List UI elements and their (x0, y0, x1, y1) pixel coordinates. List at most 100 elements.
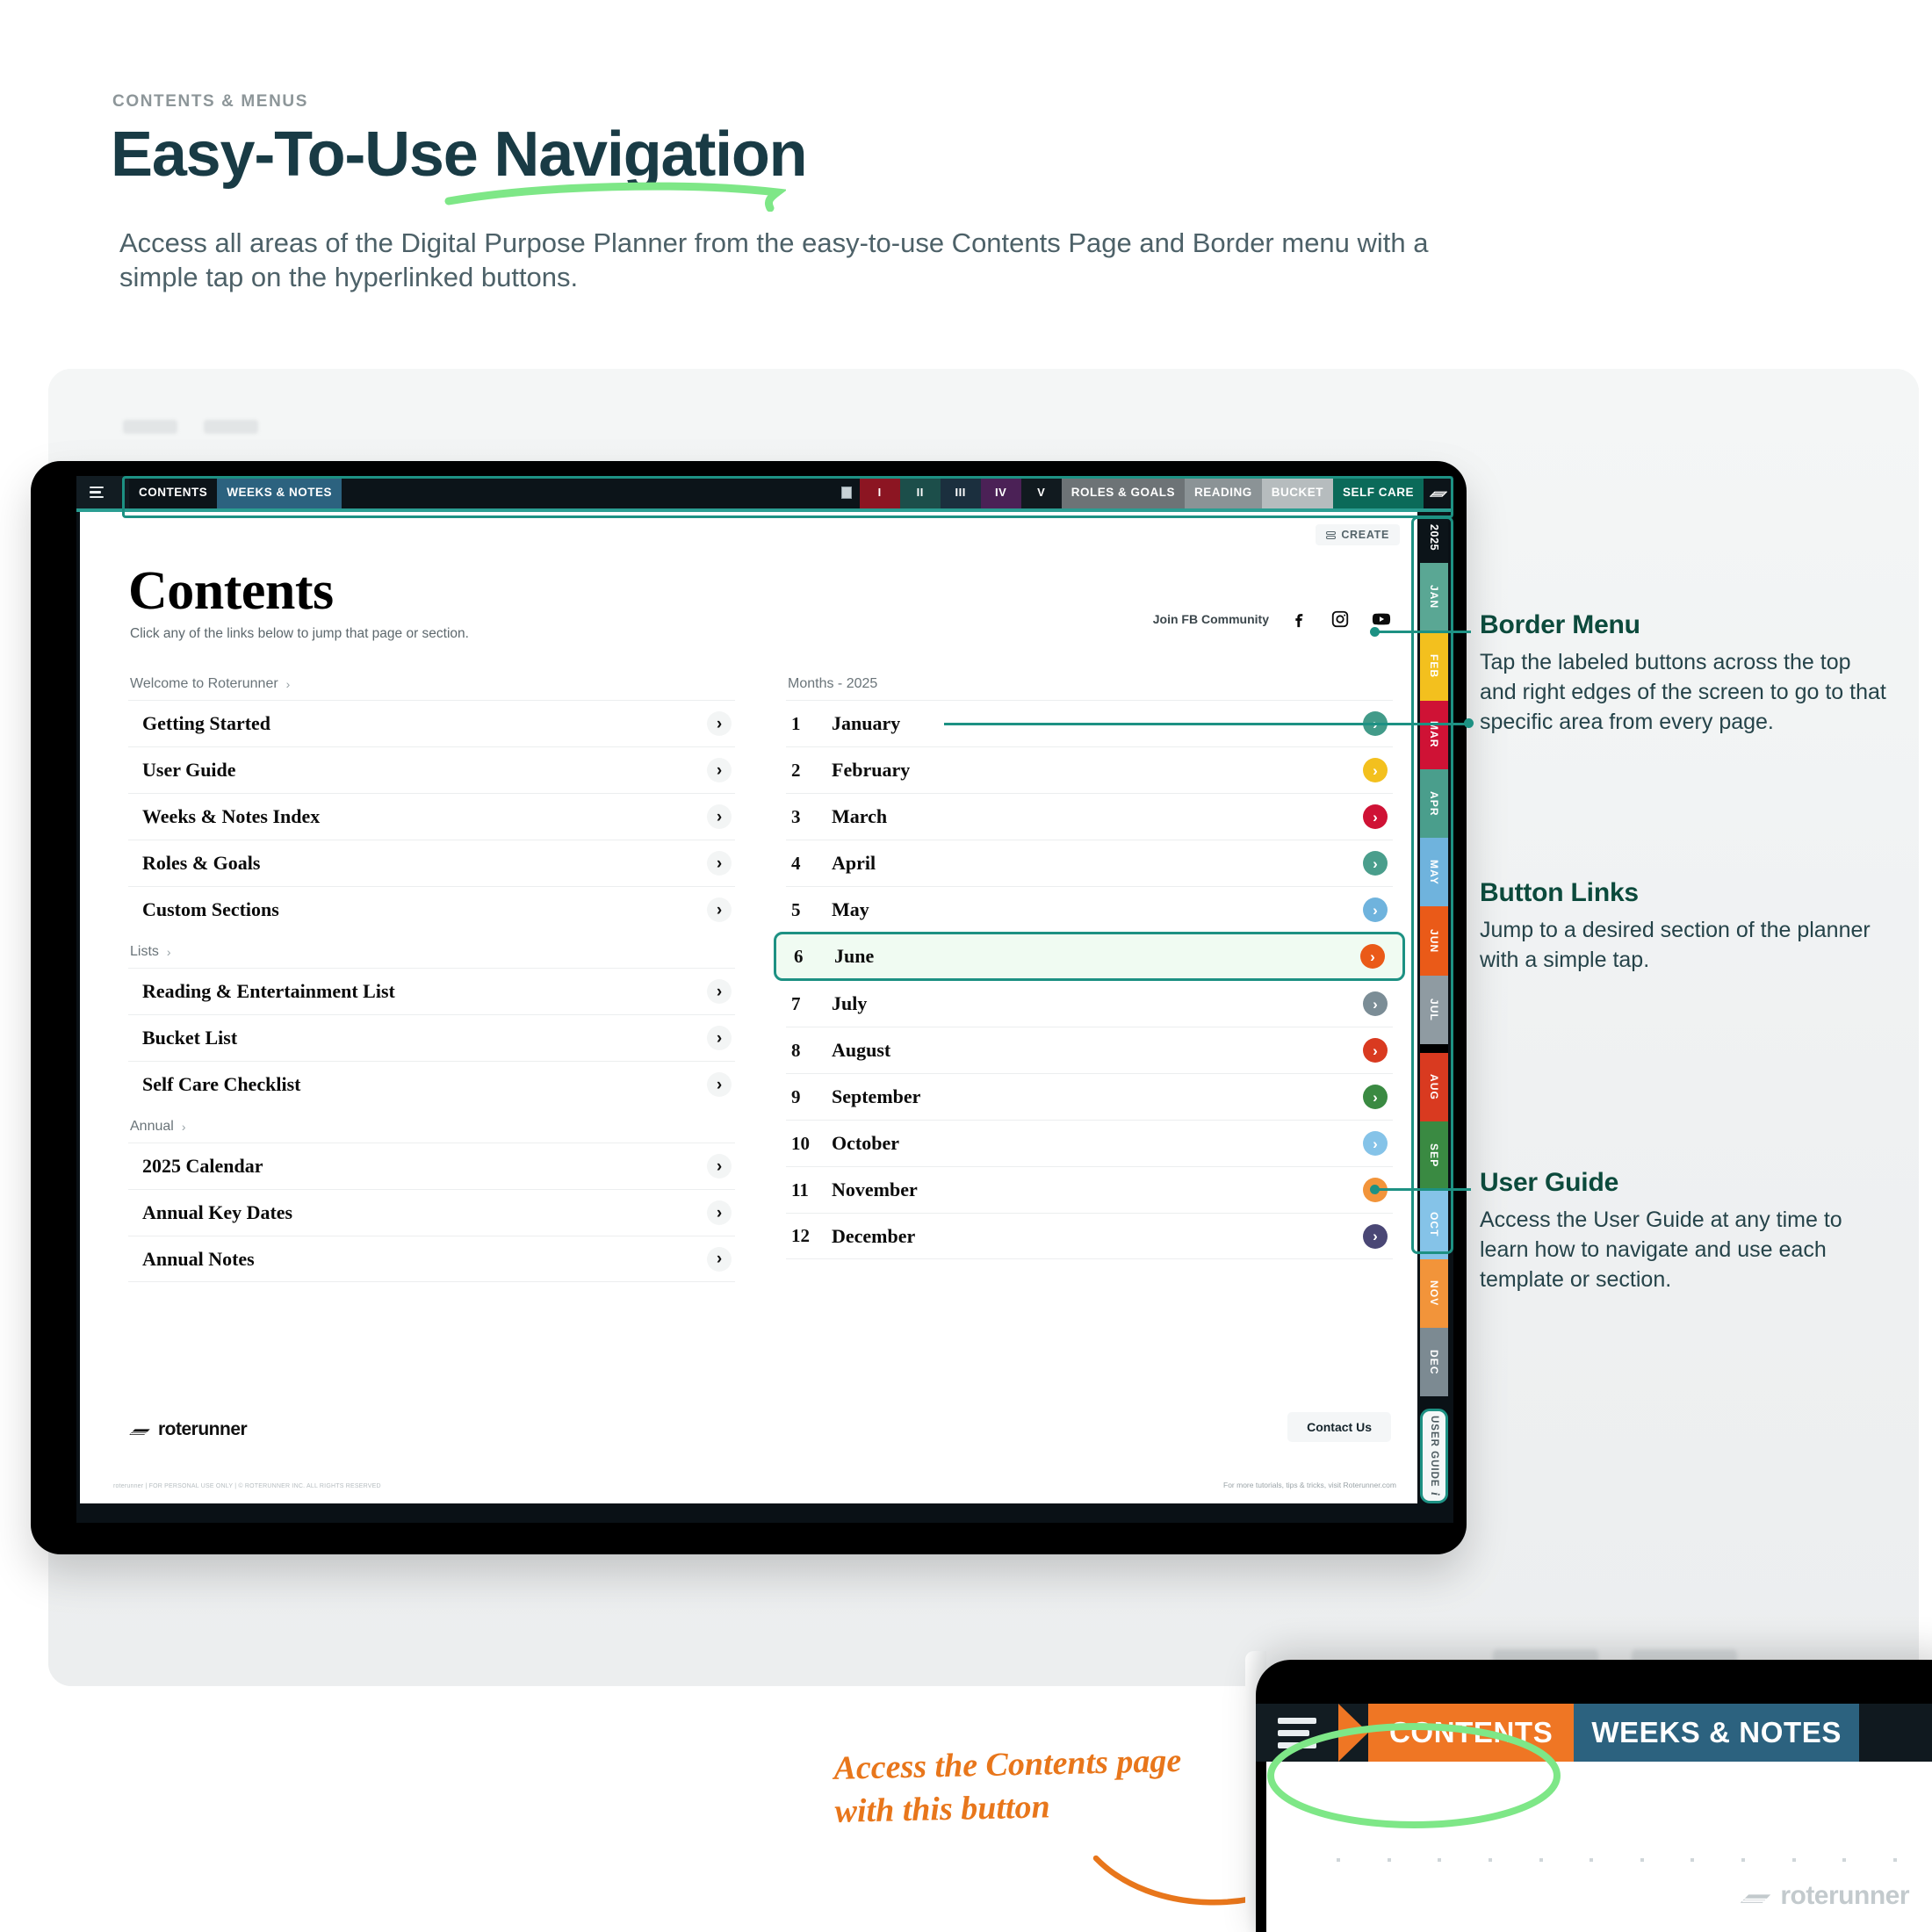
chevron-right-icon[interactable]: › (707, 1154, 732, 1179)
month-chevron-icon[interactable]: › (1363, 758, 1388, 782)
page-subtitle: Access all areas of the Digital Purpose … (119, 227, 1429, 292)
strip-month-jul[interactable]: JUL (1420, 975, 1448, 1044)
strip-month-nov[interactable]: NOV (1420, 1258, 1448, 1328)
group-heading-annual[interactable]: Annual › (128, 1107, 735, 1143)
month-row-october[interactable]: 10 October › (786, 1120, 1393, 1166)
month-row-march[interactable]: 3 March › (786, 793, 1393, 840)
chevron-right-icon[interactable]: › (707, 1072, 732, 1097)
contact-us-button[interactable]: Contact Us (1287, 1412, 1391, 1442)
tab-reading[interactable]: READING (1184, 476, 1262, 508)
month-chevron-icon[interactable]: › (1363, 1131, 1388, 1156)
instagram-icon[interactable] (1328, 607, 1352, 631)
tablet-screen: CONTENTS WEEKS & NOTES I II III IV V ROL… (76, 476, 1453, 1523)
tab-contents[interactable]: CONTENTS (1368, 1704, 1575, 1762)
app-top-border-menu[interactable]: CONTENTS WEEKS & NOTES I II III IV V ROL… (76, 476, 1453, 508)
tab-self-care[interactable]: SELF CARE (1332, 476, 1424, 508)
month-chevron-icon[interactable]: › (1360, 944, 1385, 969)
annotation-title: User Guide (1480, 1168, 1619, 1197)
link-label: Weeks & Notes Index (142, 805, 321, 827)
right-border-menu[interactable]: 2025 JAN FEB MAR APR MAY JUN JUL AUG SEP… (1420, 512, 1448, 1503)
list-item[interactable]: Roles & Goals › (128, 840, 735, 886)
month-name: February (832, 759, 911, 781)
chevron-right-icon[interactable]: › (707, 1246, 732, 1272)
month-name: August (832, 1039, 891, 1061)
hamburger-icon[interactable] (76, 476, 117, 508)
month-chevron-icon[interactable]: › (1363, 1038, 1388, 1063)
strip-month-jan[interactable]: JAN (1420, 563, 1448, 632)
strip-month-apr[interactable]: APR (1420, 768, 1448, 838)
list-item[interactable]: Getting Started › (128, 700, 735, 746)
tab-roles-goals[interactable]: ROLES & GOALS (1061, 476, 1185, 508)
fine-print-left: roterunner | FOR PERSONAL USE ONLY | © R… (113, 1483, 381, 1489)
list-item[interactable]: 2025 Calendar › (128, 1143, 735, 1189)
chevron-right-icon[interactable]: › (707, 851, 732, 876)
chevron-right-icon[interactable]: › (707, 804, 732, 829)
month-chevron-icon[interactable]: › (1363, 851, 1388, 876)
chevron-right-icon[interactable]: › (707, 1200, 732, 1225)
strip-month-mar[interactable]: MAR (1420, 700, 1448, 769)
tab-roman-iv[interactable]: IV (980, 476, 1021, 508)
chevron-right-icon[interactable]: › (707, 758, 732, 782)
month-name: June (834, 945, 875, 967)
zoom-top-border-menu[interactable]: CONTENTS WEEKS & NOTES (1256, 1704, 1932, 1762)
month-name: November (832, 1179, 918, 1200)
strip-month-sep[interactable]: SEP (1420, 1121, 1448, 1191)
list-item[interactable]: Reading & Entertainment List › (128, 968, 735, 1014)
hamburger-icon[interactable] (1256, 1704, 1338, 1762)
chevron-right-icon[interactable]: › (707, 898, 732, 922)
chevron-right-icon[interactable]: › (707, 1026, 732, 1050)
month-row-april[interactable]: 4 April › (786, 840, 1393, 886)
strip-month-oct[interactable]: OCT (1420, 1190, 1448, 1259)
tab-roman-iii[interactable]: III (940, 476, 981, 508)
strip-month-aug[interactable]: AUG (1420, 1052, 1448, 1121)
list-item[interactable]: User Guide › (128, 746, 735, 793)
month-chevron-icon[interactable]: › (1363, 991, 1388, 1016)
tab-bucket[interactable]: BUCKET (1261, 476, 1333, 508)
link-label: Bucket List (142, 1027, 238, 1049)
month-row-june[interactable]: 6 June › (774, 932, 1405, 981)
month-row-september[interactable]: 9 September › (786, 1073, 1393, 1120)
leader-line-user-guide (1374, 1188, 1471, 1191)
list-item[interactable]: Annual Key Dates › (128, 1189, 735, 1236)
strip-month-may[interactable]: MAY (1420, 838, 1448, 907)
month-number: 6 (794, 945, 804, 967)
month-row-july[interactable]: 7 July › (786, 980, 1393, 1027)
tab-weeks-notes[interactable]: WEEKS & NOTES (1574, 1704, 1859, 1762)
chevron-right-icon[interactable]: › (707, 979, 732, 1004)
create-button[interactable]: CREATE (1316, 524, 1400, 545)
list-item[interactable]: Self Care Checklist › (128, 1061, 735, 1107)
month-row-february[interactable]: 2 February › (786, 746, 1393, 793)
link-label: Custom Sections (142, 898, 279, 920)
leader-line-button-links (944, 723, 1471, 725)
zoom-page-body: roterunner (1266, 1762, 1932, 1932)
tab-roman-i[interactable]: I (859, 476, 900, 508)
grid-icon[interactable] (833, 476, 860, 508)
list-item[interactable]: Custom Sections › (128, 886, 735, 933)
month-chevron-icon[interactable]: › (1363, 1223, 1388, 1249)
list-item[interactable]: Bucket List › (128, 1014, 735, 1061)
tab-roman-v[interactable]: V (1020, 476, 1062, 508)
strip-month-label: OCT (1428, 1212, 1440, 1237)
join-fb-label[interactable]: Join FB Community (1153, 612, 1269, 626)
chevron-right-icon[interactable]: › (707, 711, 732, 736)
strip-month-feb[interactable]: FEB (1420, 631, 1448, 701)
month-chevron-icon[interactable]: › (1363, 804, 1388, 829)
month-row-november[interactable]: 11 November › (786, 1166, 1393, 1213)
list-item[interactable]: Annual Notes › (128, 1236, 735, 1282)
strip-month-jun[interactable]: JUN (1420, 906, 1448, 976)
strip-month-label: JUL (1428, 998, 1440, 1021)
tab-weeks-notes[interactable]: WEEKS & NOTES (217, 476, 342, 508)
user-guide-tab[interactable]: USER GUIDE i (1420, 1409, 1448, 1503)
group-heading-lists[interactable]: Lists › (128, 933, 735, 968)
month-row-may[interactable]: 5 May › (786, 886, 1393, 933)
list-item[interactable]: Weeks & Notes Index › (128, 793, 735, 840)
tab-roman-ii[interactable]: II (899, 476, 941, 508)
month-chevron-icon[interactable]: › (1363, 898, 1388, 922)
tab-contents[interactable]: CONTENTS (129, 476, 218, 508)
strip-month-dec[interactable]: DEC (1420, 1327, 1448, 1396)
group-heading-welcome[interactable]: Welcome to Roterunner › (128, 674, 735, 700)
facebook-icon[interactable] (1287, 607, 1310, 631)
month-row-december[interactable]: 12 December › (786, 1213, 1393, 1259)
month-chevron-icon[interactable]: › (1363, 1085, 1388, 1109)
month-row-august[interactable]: 8 August › (786, 1027, 1393, 1073)
